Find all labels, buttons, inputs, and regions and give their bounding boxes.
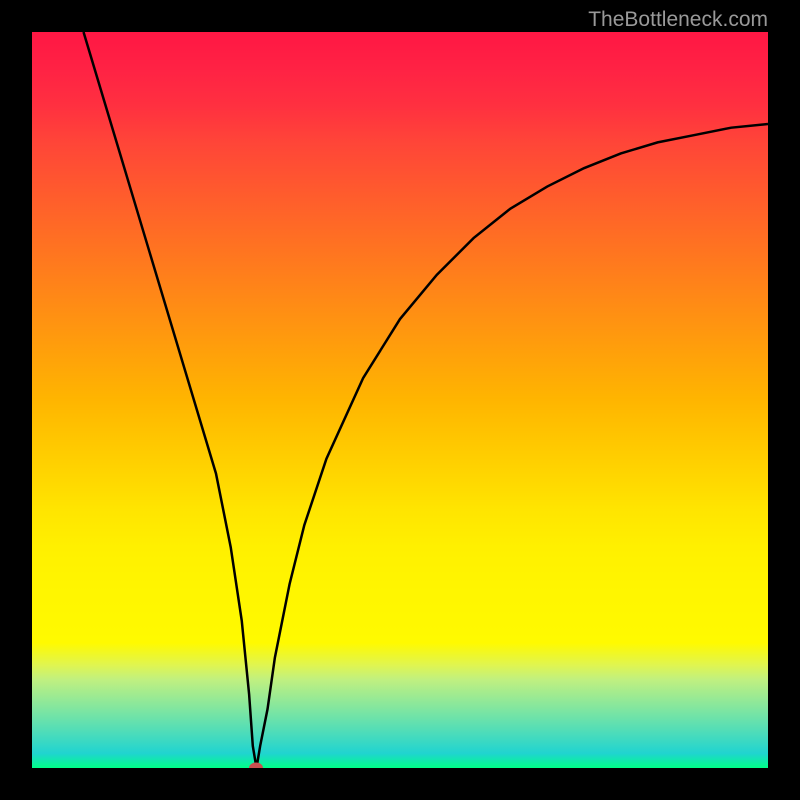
chart-plot-area — [32, 32, 768, 768]
minimum-marker — [249, 763, 263, 769]
bottleneck-curve-line — [84, 32, 768, 768]
curve-svg — [32, 32, 768, 768]
chart-container: TheBottleneck.com — [0, 0, 800, 800]
watermark-label: TheBottleneck.com — [588, 8, 768, 32]
